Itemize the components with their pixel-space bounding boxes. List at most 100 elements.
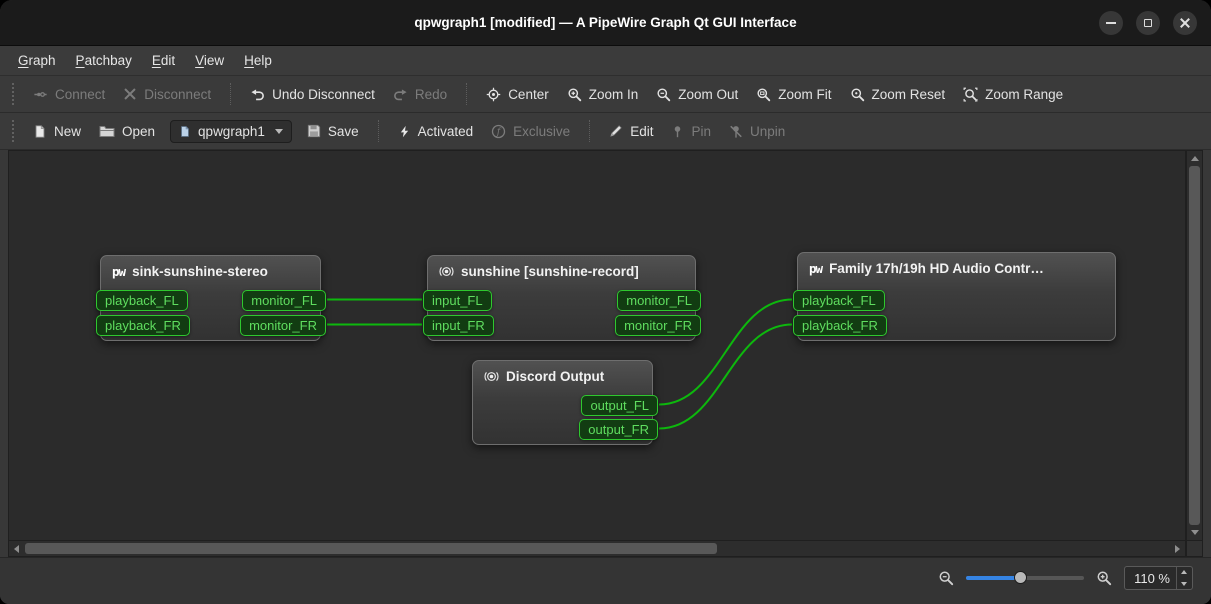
qpwgraph-window: qpwgraph1 [modified] — A PipeWire Graph … <box>0 0 1211 604</box>
node-title: sink-sunshine-stereo <box>132 264 268 279</box>
menu-edit[interactable]: Edit <box>142 49 185 72</box>
scroll-down-arrow-icon[interactable] <box>1191 530 1199 535</box>
pipewire-icon <box>809 261 822 276</box>
exclusive-toggle[interactable]: f Exclusive <box>482 119 579 144</box>
menu-patchbay[interactable]: Patchbay <box>66 49 142 72</box>
save-patchbay-button[interactable]: Save <box>298 119 368 144</box>
toolbar-separator <box>589 120 591 142</box>
edit-toggle[interactable]: Edit <box>600 119 662 144</box>
zoom-value: 110 % <box>1134 570 1170 586</box>
node-title: sunshine [sunshine-record] <box>461 264 639 279</box>
up-arrow-icon <box>1181 570 1187 574</box>
menu-view[interactable]: View <box>185 49 234 72</box>
center-icon <box>486 87 501 101</box>
node-title: Family 17h/19h HD Audio Contr… <box>829 261 1044 276</box>
vertical-scrollbar[interactable] <box>1186 150 1203 541</box>
toolbar-drag-handle[interactable] <box>12 83 14 105</box>
scroll-right-arrow-icon[interactable] <box>1175 545 1180 553</box>
center-button[interactable]: Center <box>477 82 558 107</box>
zoom-fit-button[interactable]: Zoom Fit <box>747 82 840 107</box>
horizontal-scrollbar-thumb[interactable] <box>25 543 717 554</box>
zoom-in-icon <box>568 87 581 101</box>
graph-node-family-hd-audio[interactable]: Family 17h/19h HD Audio Contr… playback_… <box>793 252 1116 341</box>
disconnect-icon <box>124 88 136 100</box>
patchbay-file-combobox[interactable]: qpwgraph1 <box>170 119 292 143</box>
titlebar[interactable]: qpwgraph1 [modified] — A PipeWire Graph … <box>0 0 1211 46</box>
zoom-slider-handle[interactable] <box>1014 571 1028 584</box>
connections-layer <box>326 298 793 430</box>
undo-disconnect-button[interactable]: Undo Disconnect <box>241 82 384 107</box>
connect-icon <box>34 91 47 97</box>
toolbar-separator <box>377 120 379 142</box>
zoom-range-icon <box>963 87 978 101</box>
port-monitor-fl[interactable]: monitor_FL <box>617 290 701 311</box>
down-arrow-icon <box>1181 582 1187 586</box>
zoom-reset-icon <box>850 87 864 101</box>
port-monitor-fl[interactable]: monitor_FL <box>242 290 326 311</box>
port-playback-fl[interactable]: playback_FL <box>793 290 885 311</box>
open-patchbay-button[interactable]: Open <box>90 119 164 144</box>
record-icon <box>439 267 454 276</box>
close-icon <box>1180 18 1190 28</box>
menu-graph[interactable]: Graph <box>8 49 66 72</box>
close-button[interactable] <box>1173 10 1197 35</box>
zoom-in-icon[interactable] <box>1096 570 1112 586</box>
graph-toolbar: Connect Disconnect Undo Disconnect Redo … <box>0 76 1211 113</box>
spin-up-button[interactable] <box>1177 567 1192 578</box>
chevron-down-icon <box>274 128 283 134</box>
exclusive-icon: f <box>492 124 506 138</box>
toolbar-drag-handle[interactable] <box>12 120 14 142</box>
scroll-up-arrow-icon[interactable] <box>1191 156 1199 161</box>
graph-node-sunshine[interactable]: sunshine [sunshine-record] input_FL inpu… <box>423 255 701 341</box>
undo-icon <box>251 88 265 100</box>
zoom-spinbox[interactable]: 110 % <box>1124 566 1193 590</box>
port-monitor-fr[interactable]: monitor_FR <box>615 315 701 336</box>
port-playback-fl[interactable]: playback_FL <box>96 290 188 311</box>
pin-button[interactable]: Pin <box>662 119 720 144</box>
maximize-button[interactable] <box>1136 10 1160 35</box>
zoom-slider[interactable] <box>966 570 1085 586</box>
port-output-fr[interactable]: output_FR <box>579 419 658 440</box>
zoom-out-button[interactable]: Zoom Out <box>647 82 747 107</box>
port-input-fr[interactable]: input_FR <box>423 315 494 336</box>
port-output-fl[interactable]: output_FL <box>581 395 658 416</box>
zoom-out-icon[interactable] <box>938 570 954 586</box>
port-playback-fr[interactable]: playback_FR <box>96 315 190 336</box>
patchbay-toolbar: New Open qpwgraph1 Save Activated f Excl… <box>0 113 1211 150</box>
menu-help[interactable]: Help <box>234 49 282 72</box>
toolbar-separator <box>230 83 232 105</box>
scrollbar-corner <box>1186 541 1203 557</box>
port-input-fl[interactable]: input_FL <box>423 290 492 311</box>
port-playback-fr[interactable]: playback_FR <box>793 315 887 336</box>
pin-icon <box>675 125 681 137</box>
maximize-icon <box>1144 18 1152 27</box>
svg-text:f: f <box>496 127 502 137</box>
unpin-button[interactable]: Unpin <box>720 119 794 144</box>
pencil-icon <box>610 125 622 137</box>
port-monitor-fr[interactable]: monitor_FR <box>240 315 326 336</box>
redo-icon <box>393 88 407 100</box>
zoom-reset-button[interactable]: Zoom Reset <box>841 82 955 107</box>
zoom-range-button[interactable]: Zoom Range <box>954 82 1072 107</box>
scroll-left-arrow-icon[interactable] <box>14 545 19 553</box>
graph-canvas[interactable]: sink-sunshine-stereo playback_FL playbac… <box>8 150 1186 541</box>
vertical-scrollbar-thumb[interactable] <box>1189 166 1200 525</box>
graph-area: sink-sunshine-stereo playback_FL playbac… <box>0 150 1211 557</box>
minimize-button[interactable] <box>1099 10 1123 35</box>
horizontal-scrollbar[interactable] <box>8 541 1186 557</box>
patchbay-file-icon <box>181 125 189 137</box>
activated-toggle[interactable]: Activated <box>389 119 483 144</box>
graph-node-sink-sunshine-stereo[interactable]: sink-sunshine-stereo playback_FL playbac… <box>96 255 326 341</box>
window-controls <box>1099 0 1197 45</box>
pipewire-icon <box>112 264 125 279</box>
connect-button[interactable]: Connect <box>24 82 114 107</box>
zoom-slider-fill <box>966 576 1021 580</box>
zoom-in-button[interactable]: Zoom In <box>558 82 648 107</box>
spin-down-button[interactable] <box>1177 578 1192 589</box>
save-icon <box>307 124 320 138</box>
redo-button[interactable]: Redo <box>384 82 456 107</box>
graph-node-discord-output[interactable]: Discord Output output_FL output_FR <box>472 360 658 445</box>
menubar: Graph Patchbay Edit View Help <box>0 46 1211 76</box>
disconnect-button[interactable]: Disconnect <box>114 82 220 107</box>
new-patchbay-button[interactable]: New <box>24 119 90 144</box>
